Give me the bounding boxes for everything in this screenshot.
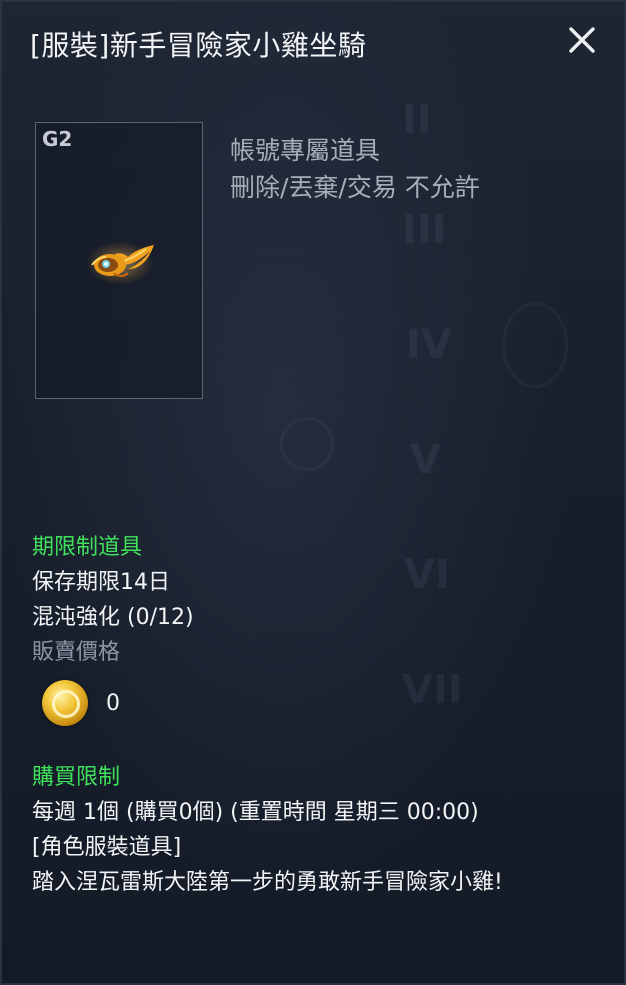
chaos-enhancement: 混沌強化 (0/12) bbox=[32, 605, 194, 630]
bg-decoration: III bbox=[402, 207, 447, 253]
bg-decoration bbox=[280, 417, 334, 471]
bg-decoration: IV bbox=[406, 322, 452, 368]
sell-price-label: 販賣價格 bbox=[32, 640, 121, 665]
close-icon[interactable] bbox=[562, 20, 602, 60]
item-slot: G2 bbox=[35, 122, 203, 399]
account-bound-label: 帳號專屬道具 bbox=[230, 136, 381, 165]
bg-decoration bbox=[502, 302, 568, 388]
bg-decoration: V bbox=[410, 437, 441, 483]
retention-period: 保存期限14日 bbox=[32, 570, 170, 595]
item-title: [服裝]新手冒險家小雞坐騎 bbox=[30, 29, 367, 62]
purchase-limit-text: 每週 1個 (購買0個) (重置時間 星期三 00:00) bbox=[32, 800, 479, 825]
chick-mount-icon bbox=[84, 235, 160, 287]
period-item-header: 期限制道具 bbox=[32, 535, 143, 560]
gold-coin-icon bbox=[42, 680, 88, 726]
trade-restriction-label: 刪除/丟棄/交易 不允許 bbox=[230, 173, 480, 202]
purchase-limit-header: 購買限制 bbox=[32, 765, 121, 790]
sell-price-value: 0 bbox=[106, 691, 120, 716]
item-tooltip: II III IV V VI VII [服裝]新手冒險家小雞坐騎 G2 帳號專屬… bbox=[0, 0, 626, 985]
sell-price-row: 0 bbox=[32, 670, 604, 740]
item-category: [角色服裝道具] bbox=[32, 835, 182, 860]
item-description: 踏入涅瓦雷斯大陸第一步的勇敢新手冒險家小雞! bbox=[32, 870, 503, 895]
item-info: 期限制道具 保存期限14日 混沌強化 (0/12) 販賣價格 0 購買限制 每週… bbox=[32, 530, 604, 900]
binding-info: 帳號專屬道具 刪除/丟棄/交易 不允許 bbox=[230, 132, 480, 206]
item-grade: G2 bbox=[42, 127, 73, 151]
title-bar: [服裝]新手冒險家小雞坐騎 bbox=[2, 2, 624, 90]
